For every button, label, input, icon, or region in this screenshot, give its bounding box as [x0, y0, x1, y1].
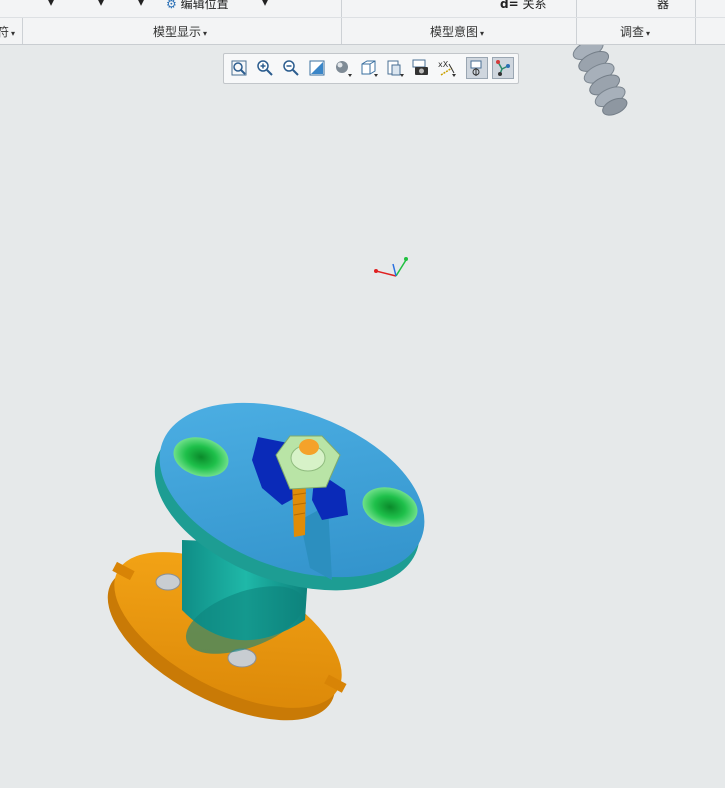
spring-part[interactable]	[570, 39, 632, 120]
relations-button[interactable]: d= 关系	[500, 0, 547, 12]
ribbon-top-row: ▾ ▾ ▾ ⚙ 编辑位置 ▾ d= 关系 器	[0, 0, 725, 14]
dropdown-arrow[interactable]: ▾	[138, 0, 144, 9]
graphics-window[interactable]	[0, 39, 725, 784]
group-label-model-display[interactable]: 模型显示 ▾	[153, 23, 207, 40]
dropdown-arrow[interactable]: ▾	[48, 0, 54, 9]
ribbon-item[interactable]: 器	[657, 0, 669, 12]
csys-triad-icon	[374, 257, 408, 277]
edit-position-button[interactable]: ⚙ 编辑位置	[166, 0, 229, 12]
divider	[695, 0, 696, 44]
dropdown-arrow[interactable]: ▾	[262, 0, 268, 9]
group-label-investigate[interactable]: 调查 ▾	[620, 23, 650, 40]
group-label-model-intent[interactable]: 模型意图 ▾	[430, 23, 484, 40]
divider	[0, 17, 725, 18]
assembly-model[interactable]	[79, 370, 448, 755]
group-label-symbol[interactable]: 符 ▾	[0, 23, 15, 40]
model-canvas[interactable]	[0, 39, 725, 784]
ribbon: ▾ ▾ ▾ ⚙ 编辑位置 ▾ d= 关系 器 符 ▾ 模型显示 ▾ 模型意图 ▾ 调查…	[0, 0, 725, 45]
divider	[341, 0, 342, 44]
dropdown-arrow[interactable]: ▾	[98, 0, 104, 9]
divider	[22, 18, 23, 44]
divider	[576, 0, 577, 44]
edit-position-icon: ⚙	[166, 0, 177, 11]
